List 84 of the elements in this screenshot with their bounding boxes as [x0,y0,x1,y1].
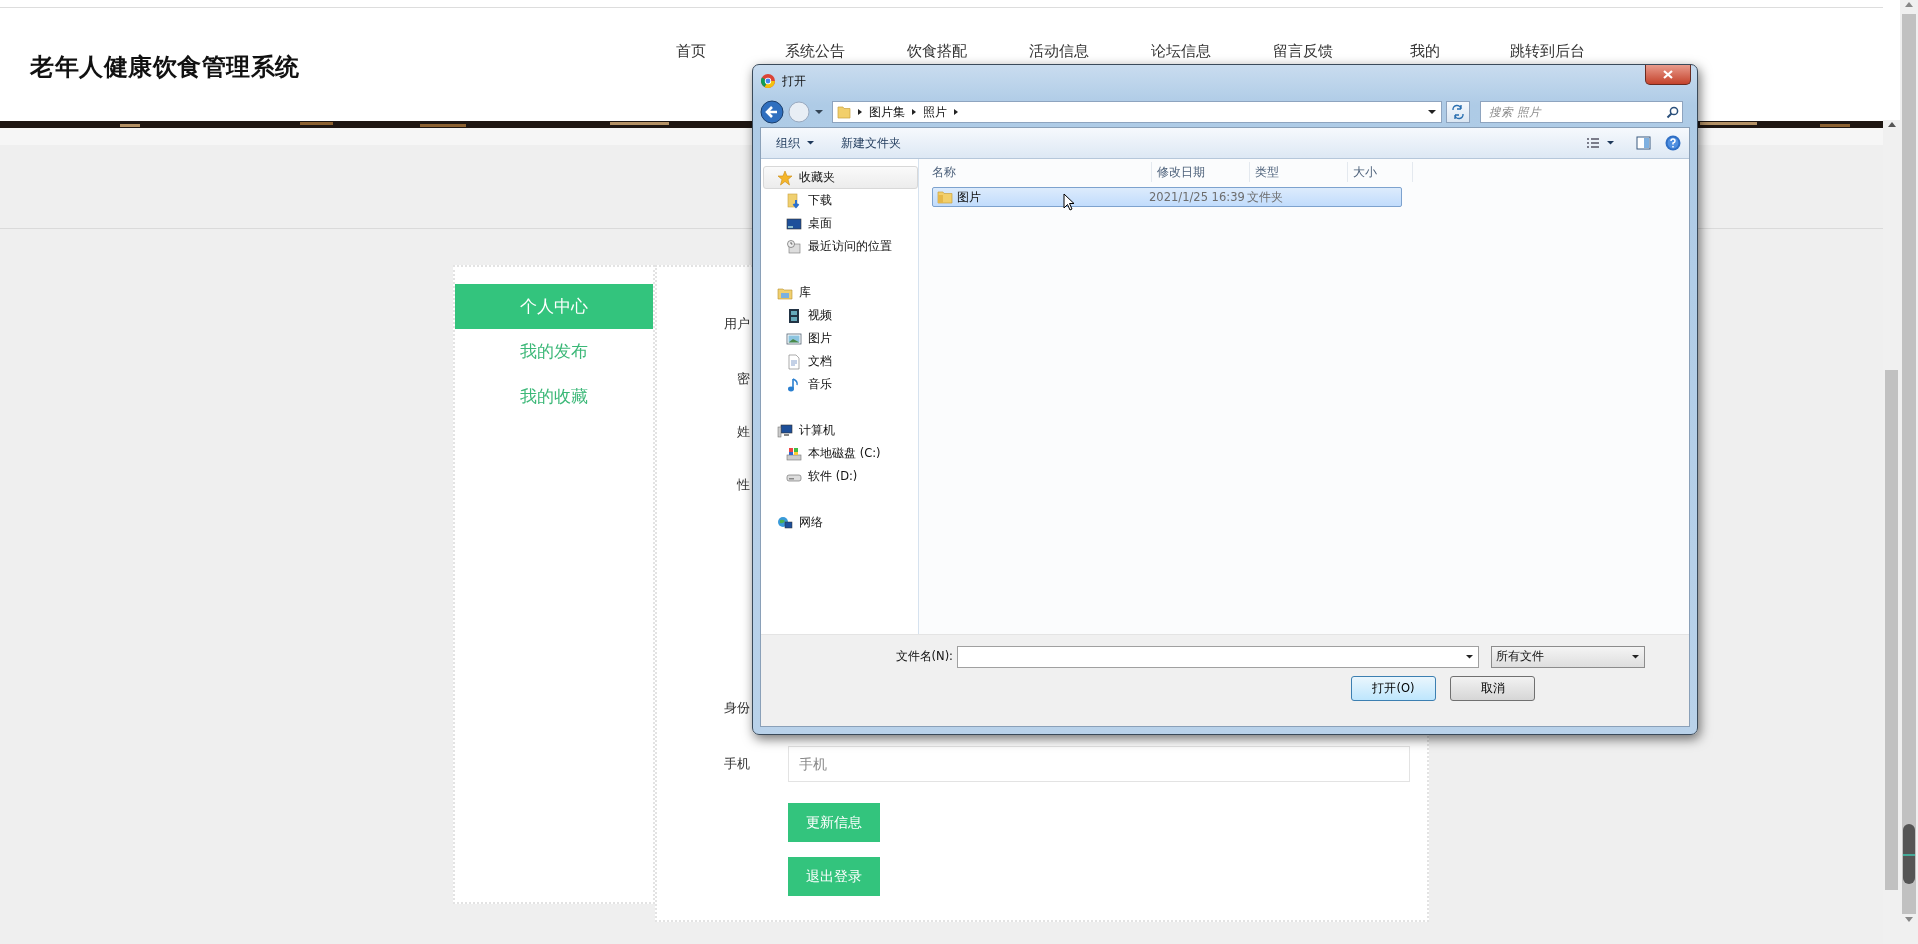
column-header[interactable]: 类型 [1250,162,1348,182]
column-header[interactable]: 修改日期 [1152,162,1250,182]
input-field[interactable]: 手机 [788,746,1410,782]
nav-item[interactable]: 图片 [761,327,918,350]
nav-link[interactable]: 首页 [676,42,724,61]
file-name: 图片 [957,189,981,205]
dropdown-icon [1631,653,1640,660]
nav-item[interactable]: 库 [761,281,918,304]
scroll-up-icon[interactable] [1885,120,1898,130]
field-label: 文件名(N): [894,649,954,664]
dropdown-icon[interactable] [1427,109,1437,115]
back-button[interactable] [760,100,784,124]
nav-link[interactable]: 活动信息 [998,42,1120,61]
nav-item[interactable]: 网络 [761,511,918,534]
field-label: 姓 [736,422,750,441]
new-folder-button[interactable]: 新建文件夹 [834,132,908,154]
disk-icon [786,445,802,462]
nav-item[interactable]: 桌面 [761,212,918,235]
nav-item[interactable]: 音乐 [761,373,918,396]
nav-link[interactable]: 系统公告 [754,42,876,61]
field-label: 性 [736,475,750,494]
breadcrumb[interactable]: 图片集 [869,104,905,120]
nav-item[interactable]: 文档 [761,350,918,373]
column-header[interactable]: 大小 [1348,162,1413,182]
computer-icon [777,422,793,439]
document-icon [786,353,802,370]
download-folder-icon [786,192,802,209]
nav-link[interactable]: 跳转到后台 [1486,42,1608,61]
file-type-dropdown[interactable]: 所有文件 [1491,645,1645,668]
preview-pane-icon[interactable] [1636,136,1651,150]
scrollbar-thumb[interactable] [1903,824,1915,884]
nav-item[interactable]: 软件 (D:) [761,465,918,488]
nav-link[interactable]: 我的 [1364,42,1486,61]
nav-link[interactable]: 饮食搭配 [876,42,998,61]
refresh-icon [1450,104,1466,120]
nav-item[interactable]: 本地磁盘 (C:) [761,442,918,465]
folder-icon [937,189,953,205]
field-label: 密 [736,369,750,388]
dropdown-icon [1465,653,1474,660]
nav-link[interactable]: 留言反馈 [1242,42,1364,61]
dropdown-icon[interactable] [814,108,824,116]
field-label: 手机 [723,755,750,773]
recent-places-icon [786,238,802,255]
help-icon[interactable] [1665,135,1681,151]
filename-field[interactable] [957,645,1479,668]
refresh-button[interactable] [1446,101,1470,123]
film-icon [786,307,802,324]
chevron-icon [857,108,863,116]
open-button[interactable]: 打开(O) [1351,676,1436,701]
mouse-cursor-icon [1063,193,1075,211]
nav-item[interactable]: 收藏夹 [763,166,918,189]
cancel-button[interactable]: 取消 [1450,676,1535,701]
nav-item[interactable]: 最近访问的位置 [761,235,918,258]
scrollbar[interactable] [1883,120,1900,944]
field-label: 用户 [723,314,750,333]
organize-menu[interactable]: 组织 [769,132,822,154]
list-view-icon [1586,137,1600,149]
file-date: 2021/1/25 16:39 [1149,190,1246,204]
address-bar[interactable]: 图片集 照片 [832,101,1442,123]
chevron-icon [953,108,959,116]
nav-link[interactable]: 论坛信息 [1120,42,1242,61]
nav-item[interactable]: 下载 [761,189,918,212]
browser-icon [760,73,776,89]
desktop-icon [786,215,802,232]
file-type: 文件夹 [1247,189,1284,205]
nav-item[interactable]: 视频 [761,304,918,327]
close-button[interactable] [1645,65,1691,85]
scrollbar-thumb[interactable] [1885,370,1898,890]
field-label: 身份 [723,699,750,717]
chevron-icon [911,108,917,116]
scrollbar[interactable] [1900,0,1918,944]
star-icon [777,169,793,186]
dialog-title: 打开 [782,72,806,90]
search-field[interactable]: 搜索 照片 [1480,101,1683,123]
file-row[interactable]: 图片 2021/1/25 16:39 文件夹 [932,187,1402,207]
image-icon [786,330,802,347]
folder-icon [837,104,851,120]
breadcrumb[interactable]: 照片 [923,104,947,120]
column-header[interactable]: 名称 [927,162,1152,182]
network-icon [777,514,793,531]
site-title: 老年人健康饮食管理系统 [30,52,301,83]
search-icon [1666,106,1679,119]
nav-item[interactable]: 计算机 [761,419,918,442]
close-icon [1662,69,1674,80]
